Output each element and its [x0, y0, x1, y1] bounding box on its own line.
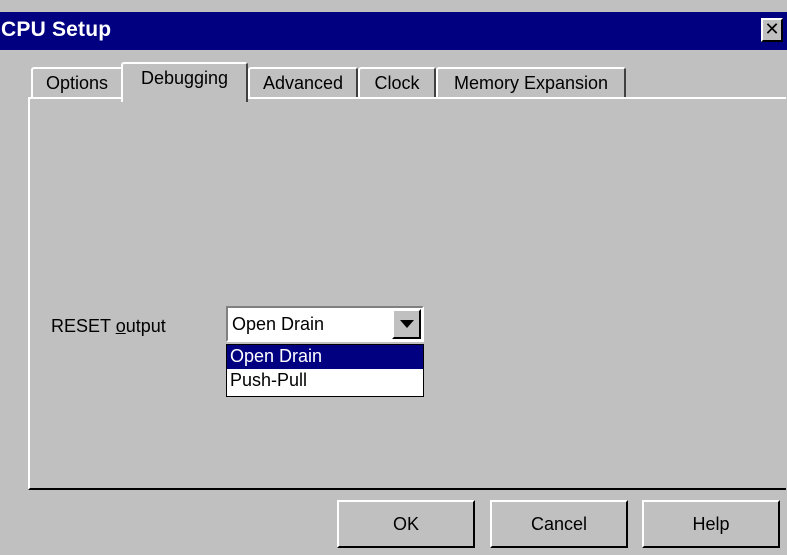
title-bar[interactable]: CPU Setup ✕	[0, 12, 787, 50]
help-button[interactable]: Help	[642, 500, 780, 548]
ok-button[interactable]: OK	[337, 500, 475, 548]
tab-debugging[interactable]: Debugging	[121, 62, 248, 102]
close-icon: ✕	[764, 19, 780, 39]
tab-label: Clock	[374, 73, 420, 93]
tab-label: Memory Expansion	[453, 73, 609, 93]
tab-panel-debugging	[28, 97, 786, 490]
tab-label: Debugging	[140, 68, 229, 88]
reset-output-dropdown-list: Open Drain Push-Pull	[226, 344, 424, 397]
combobox-value: Open Drain	[232, 314, 325, 334]
reset-output-label: RESET output	[51, 316, 166, 336]
window-title: CPU Setup	[1, 18, 112, 41]
tab-advanced[interactable]: Advanced	[248, 67, 358, 100]
tab-label: Options	[45, 73, 109, 93]
chevron-down-icon	[400, 320, 414, 328]
close-button[interactable]: ✕	[761, 18, 783, 42]
reset-output-combobox[interactable]: Open Drain	[226, 306, 424, 342]
tab-clock[interactable]: Clock	[358, 67, 436, 100]
tab-options[interactable]: Options	[31, 67, 123, 100]
cpu-setup-dialog: CPU Setup ✕ Options Debugging Advanced C…	[0, 0, 787, 555]
option-push-pull[interactable]: Push-Pull	[227, 369, 423, 393]
tab-memory-expansion[interactable]: Memory Expansion	[436, 67, 626, 100]
tab-label: Advanced	[262, 73, 344, 93]
cancel-button[interactable]: Cancel	[490, 500, 628, 548]
option-open-drain[interactable]: Open Drain	[227, 345, 423, 369]
dropdown-button[interactable]	[392, 309, 421, 339]
